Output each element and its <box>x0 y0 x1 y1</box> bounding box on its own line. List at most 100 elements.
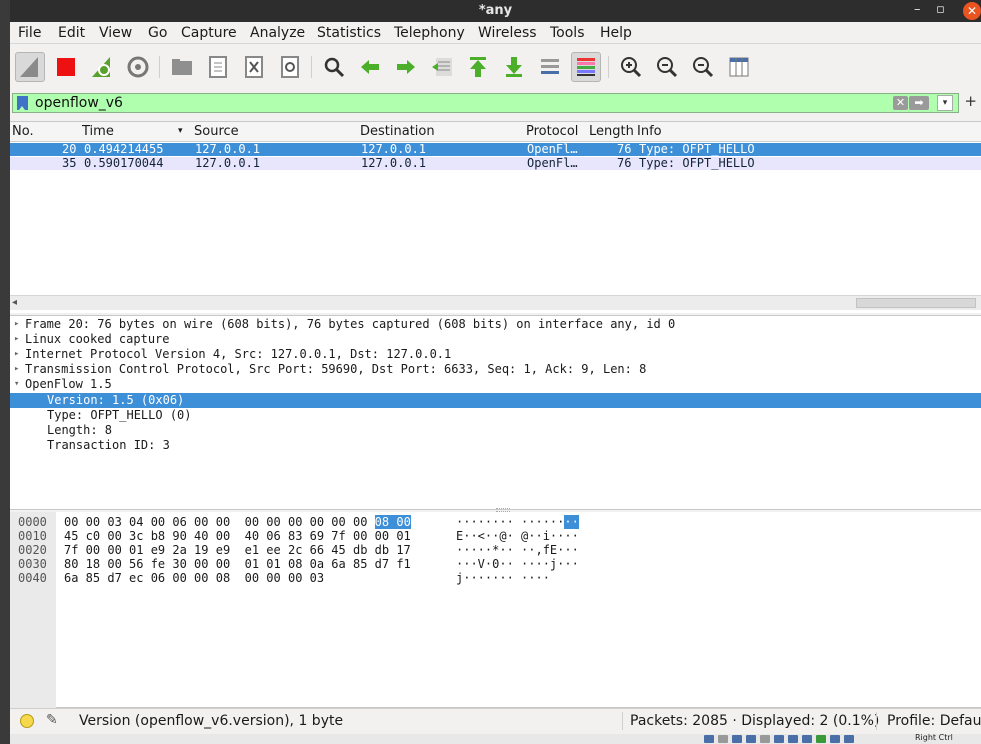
bytes-row[interactable]: 0030 80 18 00 56 fe 30 00 00 01 01 08 0a… <box>10 557 579 571</box>
column-length[interactable]: Length <box>589 124 634 139</box>
reload-file-button[interactable] <box>275 52 305 82</box>
menu-analyze[interactable]: Analyze <box>250 25 305 41</box>
capture-options-button[interactable] <box>123 52 153 82</box>
scroll-left-icon[interactable]: ◂ <box>12 297 17 308</box>
packet-time: 0.494214455 <box>84 142 164 156</box>
restart-fin-icon <box>92 57 110 77</box>
menu-file[interactable]: File <box>18 25 41 41</box>
start-capture-button[interactable] <box>15 52 45 82</box>
packet-row[interactable]: 20 0.494214455 127.0.0.1 127.0.0.1 OpenF… <box>10 143 981 156</box>
menu-wireless[interactable]: Wireless <box>478 25 537 41</box>
column-info[interactable]: Info <box>637 124 662 139</box>
go-to-packet-button[interactable] <box>427 52 457 82</box>
folder-icon <box>172 59 192 75</box>
clear-filter-button[interactable]: ✕ <box>893 96 908 110</box>
expand-icon[interactable]: ▸ <box>14 362 19 377</box>
first-packet-button[interactable] <box>463 52 493 82</box>
close-button[interactable]: ✕ <box>963 2 981 20</box>
filter-history-dropdown[interactable]: ▾ <box>937 95 953 111</box>
packet-destination: 127.0.0.1 <box>361 156 427 170</box>
close-file-button[interactable] <box>239 52 269 82</box>
stop-icon <box>57 58 75 76</box>
bytes-row[interactable]: 0000 00 00 03 04 00 06 00 00 00 00 00 00… <box>10 515 579 529</box>
minimize-button[interactable]: – <box>914 0 921 20</box>
menu-tools[interactable]: Tools <box>550 25 585 41</box>
expand-icon[interactable]: ▸ <box>14 317 19 332</box>
colorize-button[interactable] <box>571 52 601 82</box>
packet-details: ▸ Frame 20: 76 bytes on wire (608 bits),… <box>10 315 981 510</box>
expand-icon[interactable]: ▸ <box>14 347 19 362</box>
save-file-button[interactable] <box>203 52 233 82</box>
auto-scroll-button[interactable] <box>535 52 565 82</box>
zoom-out-button[interactable] <box>652 52 682 82</box>
find-packet-button[interactable] <box>319 52 349 82</box>
go-forward-button[interactable] <box>391 52 421 82</box>
status-separator <box>622 712 623 730</box>
menu-help[interactable]: Help <box>600 25 632 41</box>
column-time[interactable]: Time <box>82 124 114 139</box>
bytes-hex: 80 18 00 56 fe 30 00 00 01 01 08 0a 6a 8… <box>64 557 411 571</box>
packet-source: 127.0.0.1 <box>195 156 261 170</box>
bytes-row[interactable]: 0040 6a 85 d7 ec 06 00 00 08 00 00 00 03… <box>10 571 550 585</box>
detail-row-tcp[interactable]: ▸ Transmission Control Protocol, Src Por… <box>10 362 981 377</box>
detail-row-version[interactable]: Version: 1.5 (0x06) <box>10 393 981 408</box>
menu-go[interactable]: Go <box>148 25 167 41</box>
menu-capture[interactable]: Capture <box>181 25 237 41</box>
packet-time: 0.590170044 <box>84 156 164 170</box>
detail-row-frame[interactable]: ▸ Frame 20: 76 bytes on wire (608 bits),… <box>10 317 981 332</box>
detail-text: Transmission Control Protocol, Src Port:… <box>25 362 647 376</box>
column-protocol[interactable]: Protocol <box>526 124 578 139</box>
open-file-button[interactable] <box>167 52 197 82</box>
edit-comment-icon[interactable]: ✎ <box>46 712 58 728</box>
column-no[interactable]: No. <box>12 124 34 139</box>
menu-edit[interactable]: Edit <box>58 25 85 41</box>
arrow-right-icon <box>397 60 415 74</box>
stop-capture-button[interactable] <box>51 52 81 82</box>
add-filter-button[interactable]: + <box>964 92 977 110</box>
bookmark-icon[interactable] <box>17 96 28 110</box>
detail-row-length[interactable]: Length: 8 <box>10 423 981 438</box>
scrollbar-thumb[interactable] <box>856 298 976 308</box>
bytes-row[interactable]: 0020 7f 00 00 01 e9 2a 19 e9 e1 ee 2c 66… <box>10 543 579 557</box>
packet-list-hscrollbar[interactable]: ◂ <box>10 295 981 310</box>
detail-row-linux-cooked[interactable]: ▸ Linux cooked capture <box>10 332 981 347</box>
expert-info-icon[interactable] <box>20 714 34 728</box>
packet-row[interactable]: 35 0.590170044 127.0.0.1 127.0.0.1 OpenF… <box>10 157 981 170</box>
packet-list: No. Time ▾ Source Destination Protocol L… <box>10 121 981 313</box>
apply-filter-button[interactable]: ➡ <box>909 96 929 110</box>
zoom-in-icon <box>621 57 642 78</box>
profile-label[interactable]: Profile: Default <box>887 713 981 729</box>
detail-text: Internet Protocol Version 4, Src: 127.0.… <box>25 347 452 361</box>
detail-row-ip[interactable]: ▸ Internet Protocol Version 4, Src: 127.… <box>10 347 981 362</box>
collapse-icon[interactable]: ▾ <box>14 377 19 392</box>
column-destination[interactable]: Destination <box>360 124 435 139</box>
restart-capture-button[interactable] <box>87 52 117 82</box>
detail-row-xid[interactable]: Transaction ID: 3 <box>10 438 981 453</box>
status-message: Version (openflow_v6.version), 1 byte <box>79 713 344 729</box>
menu-statistics[interactable]: Statistics <box>317 25 381 41</box>
bytes-offset: 0030 <box>18 557 47 571</box>
maximize-button[interactable]: ▫ <box>936 0 945 20</box>
bytes-ascii-text: ········ ······ <box>456 515 565 529</box>
column-source[interactable]: Source <box>194 124 239 139</box>
resize-columns-icon <box>729 57 749 77</box>
bytes-ascii: j······· ···· <box>456 571 550 585</box>
display-filter-bar: ✕ ➡ ▾ <box>10 92 981 114</box>
detail-row-openflow[interactable]: ▾ OpenFlow 1.5 <box>10 377 981 392</box>
normal-size-button[interactable] <box>688 52 718 82</box>
packet-source: 127.0.0.1 <box>195 142 261 156</box>
packet-bytes: 0000 00 00 03 04 00 06 00 00 00 00 00 00… <box>10 512 981 708</box>
go-back-button[interactable] <box>355 52 385 82</box>
detail-text: Length: 8 <box>47 423 113 437</box>
last-packet-button[interactable] <box>499 52 529 82</box>
expand-icon[interactable]: ▸ <box>14 332 19 347</box>
wireshark-window: *any – ▫ ✕ File Edit View Go Capture Ana… <box>10 0 981 744</box>
zoom-in-button[interactable] <box>616 52 646 82</box>
display-filter-input[interactable] <box>35 94 885 112</box>
menu-view[interactable]: View <box>99 25 132 41</box>
detail-row-type[interactable]: Type: OFPT_HELLO (0) <box>10 408 981 423</box>
resize-columns-button[interactable] <box>724 52 754 82</box>
arrow-bottom-icon <box>506 57 522 77</box>
bytes-row[interactable]: 0010 45 c0 00 3c b8 90 40 00 40 06 83 69… <box>10 529 579 543</box>
menu-telephony[interactable]: Telephony <box>394 25 465 41</box>
